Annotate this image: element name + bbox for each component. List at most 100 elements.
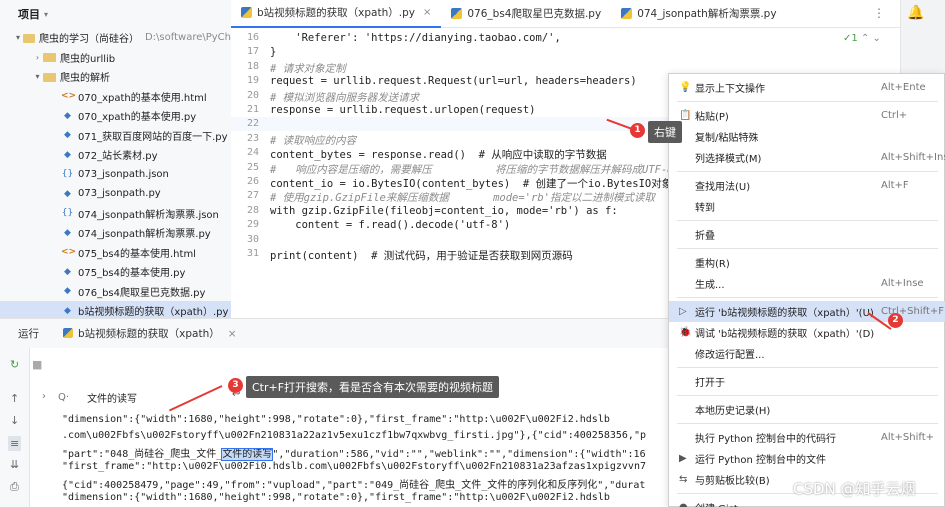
menu-separator xyxy=(677,423,938,424)
line-number: 29 xyxy=(246,219,259,231)
menu-separator xyxy=(677,171,938,172)
line-number: 30 xyxy=(246,233,259,245)
tree-item[interactable]: ◆ 071_获取百度网站的百度一下.py xyxy=(0,126,231,145)
chevron-down-icon[interactable]: ▾ xyxy=(44,10,48,19)
tree-item[interactable]: <> 070_xpath的基本使用.html xyxy=(0,87,231,106)
tree-item[interactable]: ◆ 073_jsonpath.py xyxy=(0,184,231,203)
tab-more-icon[interactable]: ⋮ xyxy=(873,6,885,20)
menu-item[interactable]: 复制/粘贴特殊 xyxy=(669,126,945,147)
callout-badge-1: 1 xyxy=(630,123,645,138)
menu-item-label: 重构(R) xyxy=(695,259,730,270)
menu-separator xyxy=(677,248,938,249)
menu-item[interactable]: 列选择模式(M) Alt+Shift+Inse xyxy=(669,147,945,168)
menu-item[interactable]: ▶ 运行 Python 控制台中的文件 xyxy=(669,448,945,469)
code-line: # 使用gzip.GzipFile来解压缩数据 mode='rb'指定以二进制模… xyxy=(270,192,655,205)
inspection-status[interactable]: ✓1 ⌃ ⌄ xyxy=(843,33,881,44)
menu-item-label: 运行 'b站视频标题的获取（xpath）'(U) xyxy=(695,308,874,319)
menu-item-icon: ▶ xyxy=(679,453,687,464)
tree-item[interactable]: ▾ 爬虫的解析 xyxy=(0,67,231,86)
menu-item[interactable]: 修改运行配置... xyxy=(669,343,945,364)
scroll-down-icon[interactable]: ↓ xyxy=(10,414,19,427)
tree-item[interactable]: ◆ 075_bs4的基本使用.py xyxy=(0,262,231,281)
menu-item[interactable]: 重构(R) xyxy=(669,252,945,273)
tree-item[interactable]: ◆ 070_xpath的基本使用.py xyxy=(0,106,231,125)
expand-icon[interactable]: › xyxy=(42,391,46,402)
output-line: "part":"048_尚硅谷_爬虫_文件_文件的读写","duration":… xyxy=(62,448,646,462)
stop-icon[interactable]: ■ xyxy=(32,358,42,371)
editor-tab[interactable]: b站视频标题的获取（xpath）.py × xyxy=(231,0,442,28)
chevron-down-icon[interactable]: ⌄ xyxy=(873,33,881,44)
notification-bell-icon[interactable]: 🔔 xyxy=(907,5,924,21)
menu-item-label: 打开于 xyxy=(695,378,725,389)
menu-item-label: 显示上下文操作 xyxy=(695,84,765,95)
run-tab[interactable]: b站视频标题的获取（xpath） × xyxy=(63,326,237,341)
editor-tab[interactable]: 074_jsonpath解析淘票票.py xyxy=(611,0,786,28)
menu-item[interactable]: 执行 Python 控制台中的代码行 Alt+Shift+ xyxy=(669,427,945,448)
callout-label-3: Ctr+F打开搜索，看是否含有本次需要的视频标题 xyxy=(246,376,500,398)
py-file-icon: ◆ xyxy=(64,149,71,160)
output-line: "dimension":{"width":1680,"height":998,"… xyxy=(62,492,610,503)
output-line: {"cid":400258479,"page":49,"from":"vuplo… xyxy=(62,480,646,492)
search-field[interactable]: Q· 文件的读写 xyxy=(58,386,228,408)
chevron-up-icon[interactable]: ⌃ xyxy=(861,33,869,44)
scroll-up-icon[interactable]: ↑ xyxy=(10,392,19,405)
tree-item-label: 075_bs4的基本使用.html xyxy=(78,248,196,260)
menu-item[interactable]: 查找用法(U) Alt+F xyxy=(669,175,945,196)
tree-item-label: 076_bs4爬取星巴克数据.py xyxy=(78,287,206,299)
menu-item[interactable]: 转到 xyxy=(669,196,945,217)
close-icon[interactable]: × xyxy=(423,7,431,18)
py-file-icon: ◆ xyxy=(64,286,71,296)
menu-item-shortcut: Alt+F xyxy=(881,180,909,191)
menu-item[interactable]: 折叠 xyxy=(669,224,945,245)
print-icon[interactable]: ⎙ xyxy=(10,480,19,494)
menu-item-shortcut: Ctrl+ xyxy=(881,110,908,121)
close-icon[interactable]: × xyxy=(228,328,237,340)
rerun-icon[interactable]: ↻ xyxy=(10,358,19,371)
menu-item-label: 执行 Python 控制台中的代码行 xyxy=(695,434,837,445)
tree-item[interactable]: › 爬虫的urllib xyxy=(0,48,231,67)
tree-item[interactable]: ◆ 074_jsonpath解析淘票票.py xyxy=(0,223,231,242)
tree-item[interactable]: {} 074_jsonpath解析淘票票.json xyxy=(0,204,231,223)
line-number: 20 xyxy=(246,89,259,101)
tree-item[interactable]: ◆ b站视频标题的获取（xpath）.py xyxy=(0,301,231,318)
chevron-right-icon[interactable]: › xyxy=(32,53,43,62)
tree-item[interactable]: ▾ 爬虫的学习（尚硅谷） D:\software\PyCh xyxy=(0,28,231,47)
tree-item[interactable]: <> 075_bs4的基本使用.html xyxy=(0,243,231,262)
python-file-icon xyxy=(63,328,73,338)
menu-item-label: 复制/粘贴特殊 xyxy=(695,133,759,144)
project-title[interactable]: 项目 ▾ xyxy=(0,0,231,28)
editor-tab[interactable]: 076_bs4爬取星巴克数据.py xyxy=(441,0,611,28)
menu-item[interactable]: 📋 粘贴(P) Ctrl+ xyxy=(669,105,945,126)
chevron-down-icon[interactable]: ▾ xyxy=(13,33,23,42)
menu-item[interactable]: 打开于 xyxy=(669,371,945,392)
menu-item[interactable]: 生成... Alt+Inse xyxy=(669,273,945,294)
python-file-icon xyxy=(241,7,252,18)
search-input[interactable]: 文件的读写 xyxy=(87,390,137,405)
tree-item[interactable]: ◆ 072_站长素材.py xyxy=(0,145,231,164)
search-match: 文件的读写 xyxy=(221,448,274,462)
editor-tab-label: 074_jsonpath解析淘票票.py xyxy=(637,8,777,20)
menu-item[interactable]: 💡 显示上下文操作 Alt+Ente xyxy=(669,77,945,98)
tree-item[interactable]: ◆ 076_bs4爬取星巴克数据.py xyxy=(0,282,231,301)
tree-item-label: 爬虫的urllib xyxy=(60,53,116,65)
json-file-icon: {} xyxy=(61,169,74,179)
menu-item-label: 生成... xyxy=(695,280,725,291)
chevron-down-icon[interactable]: ▾ xyxy=(32,72,43,81)
tree-item-label: 爬虫的学习（尚硅谷） xyxy=(38,34,139,45)
menu-item[interactable]: 本地历史记录(H) xyxy=(669,399,945,420)
project-title-label: 项目 xyxy=(18,8,40,21)
soft-wrap-icon[interactable]: ≡ xyxy=(8,436,22,451)
tree-item-label: 070_xpath的基本使用.html xyxy=(78,92,207,104)
scroll-to-end-icon[interactable]: ⇊ xyxy=(10,458,19,471)
line-number: 27 xyxy=(246,190,259,202)
line-number: 21 xyxy=(246,104,259,115)
code-line: content_io = io.BytesIO(content_bytes) #… xyxy=(270,178,673,190)
code-line: response = urllib.request.urlopen(reques… xyxy=(270,104,536,116)
code-line: content_bytes = response.read() # 从响应中读取… xyxy=(270,149,607,162)
menu-item-shortcut: Alt+Ente xyxy=(881,82,926,93)
menu-item[interactable]: ▷ 运行 'b站视频标题的获取（xpath）'(U) Ctrl+Shift+F1 xyxy=(669,301,945,322)
menu-separator xyxy=(677,220,938,221)
tree-item[interactable]: {} 073_jsonpath.json xyxy=(0,165,231,184)
menu-item[interactable]: 🐞 调试 'b站视频标题的获取（xpath）'(D) xyxy=(669,322,945,343)
tree-item-label: 074_jsonpath解析淘票票.py xyxy=(78,229,211,240)
